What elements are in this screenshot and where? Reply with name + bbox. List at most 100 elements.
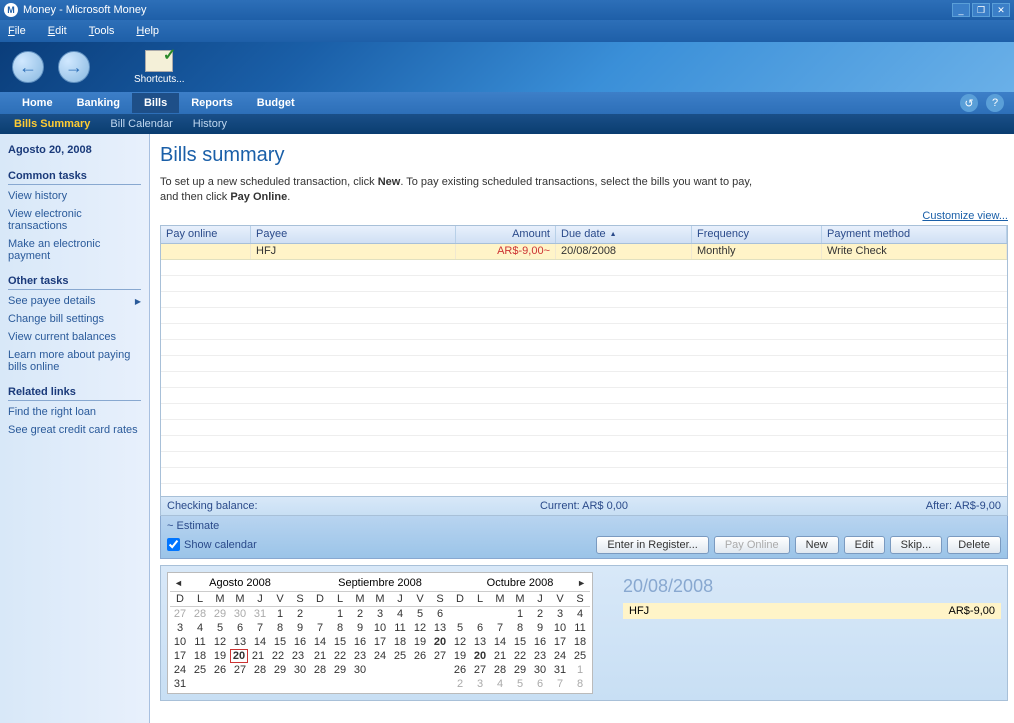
cal-day[interactable]: 3 (470, 677, 490, 691)
task-find-the-right-loan[interactable]: Find the right loan (8, 403, 141, 421)
cal-day[interactable]: 25 (390, 649, 410, 663)
cal-day[interactable]: 4 (390, 607, 410, 621)
cal-day[interactable]: 26 (210, 663, 230, 677)
menu-tools[interactable]: Tools (89, 25, 115, 37)
subnav-bill-calendar[interactable]: Bill Calendar (100, 115, 182, 133)
cal-day[interactable]: 31 (170, 677, 190, 691)
back-button[interactable]: ← (12, 51, 44, 83)
cal-day[interactable]: 17 (170, 649, 190, 663)
cal-day[interactable]: 14 (310, 635, 330, 649)
cal-day[interactable]: 11 (390, 621, 410, 635)
cal-day[interactable]: 12 (210, 635, 230, 649)
col-method[interactable]: Payment method (822, 226, 1007, 243)
skip-button[interactable]: Skip... (890, 536, 943, 554)
subnav-history[interactable]: History (183, 115, 237, 133)
cal-day[interactable]: 21 (310, 649, 330, 663)
cal-day[interactable]: 6 (430, 607, 450, 621)
edit-button[interactable]: Edit (844, 536, 885, 554)
cal-day[interactable]: 7 (490, 621, 510, 635)
cal-day[interactable]: 26 (450, 663, 470, 677)
cal-day[interactable]: 12 (450, 635, 470, 649)
cal-day[interactable]: 13 (470, 635, 490, 649)
cal-day[interactable]: 19 (450, 649, 470, 663)
table-row[interactable]: HFJAR$-9,00~20/08/2008MonthlyWrite Check (161, 244, 1007, 260)
menu-edit[interactable]: Edit (48, 25, 67, 37)
cal-day[interactable]: 8 (330, 621, 350, 635)
cal-day[interactable]: 26 (410, 649, 430, 663)
cal-day[interactable]: 24 (170, 663, 190, 677)
pay-online-button[interactable]: Pay Online (714, 536, 790, 554)
cal-day[interactable]: 25 (570, 649, 590, 663)
col-amount[interactable]: Amount (456, 226, 556, 243)
cal-day[interactable] (470, 607, 490, 621)
cal-day[interactable]: 29 (210, 607, 230, 621)
cal-day[interactable]: 30 (230, 607, 250, 621)
cal-day[interactable]: 15 (510, 635, 530, 649)
cal-day[interactable]: 9 (530, 621, 550, 635)
cal-day[interactable]: 16 (350, 635, 370, 649)
minimize-button[interactable]: _ (952, 3, 970, 17)
cal-day[interactable]: 18 (390, 635, 410, 649)
cal-day[interactable]: 18 (570, 635, 590, 649)
task-view-current-balances[interactable]: View current balances (8, 328, 141, 346)
cal-day[interactable]: 11 (570, 621, 590, 635)
cal-day[interactable]: 6 (530, 677, 550, 691)
help-icon[interactable]: ? (986, 94, 1004, 112)
cal-day[interactable]: 10 (550, 621, 570, 635)
cal-day[interactable]: 8 (570, 677, 590, 691)
cal-day[interactable]: 17 (550, 635, 570, 649)
cal-day[interactable]: 6 (230, 621, 250, 635)
cal-day[interactable]: 10 (370, 621, 390, 635)
cal-day[interactable]: 5 (210, 621, 230, 635)
col-payee[interactable]: Payee (251, 226, 456, 243)
close-button[interactable]: ✕ (992, 3, 1010, 17)
show-calendar-input[interactable] (167, 538, 180, 551)
cal-day[interactable]: 30 (350, 663, 370, 677)
cal-day[interactable]: 9 (350, 621, 370, 635)
table-body[interactable]: HFJAR$-9,00~20/08/2008MonthlyWrite Check (161, 244, 1007, 496)
cal-day[interactable]: 28 (190, 607, 210, 621)
cal-day[interactable]: 5 (450, 621, 470, 635)
cal-day[interactable]: 13 (430, 621, 450, 635)
new-button[interactable]: New (795, 536, 839, 554)
cal-day[interactable]: 12 (410, 621, 430, 635)
detail-row[interactable]: HFJ AR$-9,00 (623, 603, 1001, 619)
cal-day[interactable]: 14 (490, 635, 510, 649)
cal-day[interactable]: 14 (250, 635, 270, 649)
cal-day[interactable]: 22 (510, 649, 530, 663)
cal-day[interactable]: 18 (190, 649, 210, 663)
cal-day[interactable]: 4 (490, 677, 510, 691)
cal-day[interactable]: 4 (190, 621, 210, 635)
cal-day[interactable]: 16 (530, 635, 550, 649)
cal-day[interactable]: 19 (410, 635, 430, 649)
cal-day[interactable]: 28 (250, 663, 270, 677)
cal-day[interactable]: 3 (550, 607, 570, 621)
cal-day[interactable]: 13 (230, 635, 250, 649)
cal-day[interactable]: 3 (170, 621, 190, 635)
maximize-button[interactable]: ❐ (972, 3, 990, 17)
task-change-bill-settings[interactable]: Change bill settings (8, 310, 141, 328)
nav-home[interactable]: Home (10, 93, 65, 113)
cal-day[interactable] (490, 607, 510, 621)
cal-day[interactable]: 3 (370, 607, 390, 621)
cal-day[interactable]: 7 (250, 621, 270, 635)
cal-day[interactable]: 2 (530, 607, 550, 621)
cal-day[interactable]: 4 (570, 607, 590, 621)
cal-day[interactable]: 25 (190, 663, 210, 677)
cal-day[interactable]: 16 (290, 635, 310, 649)
cal-prev-button[interactable]: ◄ (170, 578, 187, 588)
sync-icon[interactable]: ↺ (960, 94, 978, 112)
cal-day[interactable] (450, 607, 470, 621)
cal-day[interactable]: 1 (330, 607, 350, 621)
cal-day[interactable]: 7 (310, 621, 330, 635)
task-make-an-electronic-payment[interactable]: Make an electronic payment (8, 235, 141, 265)
cal-day[interactable]: 20 (430, 635, 450, 649)
cal-day[interactable]: 27 (170, 607, 190, 621)
forward-button[interactable]: → (58, 51, 90, 83)
cal-day[interactable]: 23 (530, 649, 550, 663)
cal-day[interactable]: 15 (270, 635, 290, 649)
cal-day[interactable]: 27 (230, 663, 250, 677)
cal-day[interactable]: 23 (350, 649, 370, 663)
nav-budget[interactable]: Budget (245, 93, 307, 113)
cal-day[interactable]: 6 (470, 621, 490, 635)
